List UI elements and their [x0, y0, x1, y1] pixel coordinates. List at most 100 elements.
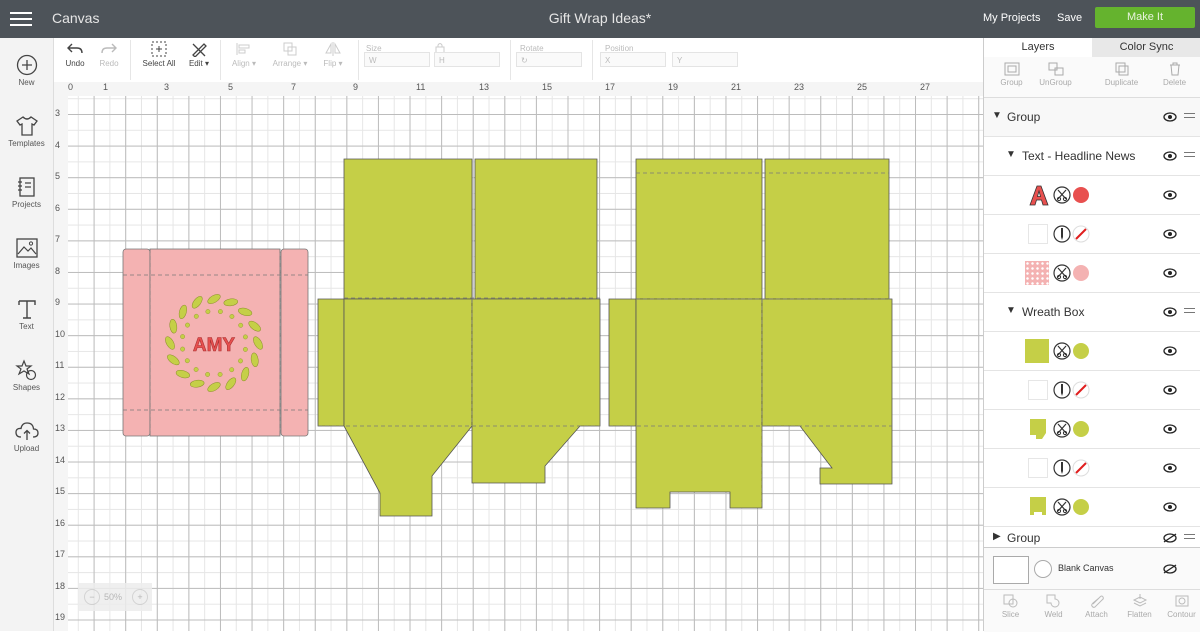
hamburger-menu-icon[interactable] [10, 9, 32, 29]
ungroup-button[interactable]: UnGroup [1034, 62, 1077, 87]
group-button[interactable]: Group [990, 62, 1033, 87]
no-color-icon[interactable] [1072, 381, 1090, 399]
eye-icon[interactable] [1163, 112, 1177, 122]
eye-icon[interactable] [1163, 424, 1177, 434]
tab-layers[interactable]: Layers [984, 38, 1092, 58]
drag-handle-icon[interactable] [1184, 152, 1195, 160]
layer-text-group[interactable]: ▼ Text - Headline News [984, 137, 1200, 176]
height-field[interactable]: H [434, 52, 500, 67]
slice-button[interactable]: Slice [989, 594, 1032, 619]
sidebar-item-projects[interactable]: Projects [0, 176, 53, 209]
scissors-icon[interactable] [1053, 498, 1071, 516]
wreath-berry [184, 358, 190, 364]
layer-green-piece-2-cut[interactable] [984, 488, 1200, 527]
sidebar-item-images[interactable]: Images [0, 237, 53, 270]
y-field-label: Y [677, 56, 683, 65]
flatten-button[interactable]: Flatten [1118, 594, 1161, 619]
color-swatch-icon[interactable] [1072, 186, 1090, 204]
make-it-button[interactable]: Make It [1095, 7, 1195, 28]
caret-right-icon[interactable]: ▶ [993, 531, 1001, 542]
canvas-color-swatch-icon[interactable] [1034, 560, 1052, 578]
rotate-field[interactable]: ↻ [516, 52, 582, 67]
green-box-piece-right[interactable] [608, 158, 893, 509]
flip-button[interactable]: Flip ▾ [318, 41, 348, 68]
layer-score-2[interactable] [984, 449, 1200, 488]
eye-icon[interactable] [1163, 502, 1177, 512]
layer-text-cut[interactable] [984, 176, 1200, 215]
sidebar-item-new[interactable]: New [0, 54, 53, 87]
eye-icon[interactable] [1163, 151, 1177, 161]
eye-icon[interactable] [1163, 307, 1177, 317]
width-field[interactable]: W [364, 52, 430, 67]
pen-icon[interactable] [1053, 225, 1071, 243]
caret-down-icon[interactable]: ▼ [1006, 149, 1016, 160]
layer-text-score[interactable] [984, 215, 1200, 254]
color-swatch-icon[interactable] [1072, 420, 1090, 438]
contour-button[interactable]: Contour [1160, 594, 1200, 619]
duplicate-button[interactable]: Duplicate [1100, 62, 1143, 87]
eye-hidden-icon[interactable] [1163, 533, 1177, 543]
eye-icon[interactable] [1163, 229, 1177, 239]
blank-canvas-row[interactable]: Blank Canvas [984, 547, 1200, 590]
eye-icon[interactable] [1163, 346, 1177, 356]
x-field[interactable]: X [600, 52, 666, 67]
layer-group-2[interactable]: ▶ Group [984, 527, 1200, 547]
eye-icon[interactable] [1163, 190, 1177, 200]
my-projects-link[interactable]: My Projects [983, 12, 1040, 24]
eye-icon[interactable] [1163, 463, 1177, 473]
eye-icon[interactable] [1163, 385, 1177, 395]
scissors-icon[interactable] [1053, 342, 1071, 360]
scissors-icon[interactable] [1053, 420, 1071, 438]
sidebar-item-text[interactable]: Text [0, 298, 53, 331]
y-field[interactable]: Y [672, 52, 738, 67]
layer-score-1[interactable] [984, 371, 1200, 410]
layer-group-1[interactable]: ▼ Group [984, 98, 1200, 137]
layer-wreath-box[interactable]: ▼ Wreath Box [984, 293, 1200, 332]
undo-button[interactable]: Undo [62, 41, 88, 68]
no-color-icon[interactable] [1072, 225, 1090, 243]
drag-handle-icon[interactable] [1184, 308, 1195, 316]
wreath-berry [185, 322, 190, 328]
height-field-label: H [439, 56, 445, 65]
green-box-piece-left[interactable] [317, 158, 601, 517]
sidebar-item-templates[interactable]: Templates [0, 115, 53, 148]
drag-handle-icon[interactable] [1184, 113, 1195, 121]
scissors-icon[interactable] [1053, 264, 1071, 282]
eye-hidden-icon[interactable] [1163, 564, 1177, 574]
scissors-icon[interactable] [1053, 186, 1071, 204]
sidebar-item-shapes[interactable]: Shapes [0, 359, 53, 392]
color-swatch-icon[interactable] [1072, 342, 1090, 360]
edit-menu-button[interactable]: Edit ▾ [184, 41, 214, 68]
design-canvas[interactable]: AMY − 50% + [68, 96, 983, 631]
tab-color-sync[interactable]: Color Sync [1092, 38, 1200, 58]
caret-down-icon[interactable]: ▼ [992, 110, 1002, 121]
caret-down-icon[interactable]: ▼ [1006, 305, 1016, 316]
sidebar-item-label: Text [19, 322, 34, 331]
zoom-out-icon[interactable]: − [84, 589, 100, 605]
color-swatch-icon[interactable] [1072, 264, 1090, 282]
align-button[interactable]: Align ▾ [226, 41, 262, 68]
undo-label: Undo [65, 59, 85, 68]
name-text[interactable]: AMY [193, 335, 236, 357]
no-color-icon[interactable] [1072, 459, 1090, 477]
delete-button[interactable]: Delete [1153, 62, 1196, 87]
redo-button[interactable]: Redo [96, 41, 122, 68]
layer-pink-base[interactable] [984, 254, 1200, 293]
sidebar-item-upload[interactable]: Upload [0, 420, 53, 453]
save-button[interactable]: Save [1057, 12, 1082, 24]
eye-icon[interactable] [1163, 268, 1177, 278]
layer-green-square-cut[interactable] [984, 332, 1200, 371]
zoom-in-icon[interactable]: + [132, 589, 148, 605]
layer-label: Group [1007, 531, 1041, 545]
flatten-icon [1132, 594, 1147, 607]
attach-button[interactable]: Attach [1075, 594, 1118, 619]
select-all-button[interactable]: Select All [138, 41, 180, 68]
color-swatch-icon[interactable] [1072, 498, 1090, 516]
pen-icon[interactable] [1053, 459, 1071, 477]
weld-button[interactable]: Weld [1032, 594, 1075, 619]
drag-handle-icon[interactable] [1184, 534, 1195, 542]
layer-green-piece-cut[interactable] [984, 410, 1200, 449]
arrange-button[interactable]: Arrange ▾ [268, 41, 312, 68]
ruler-tick: 9 [353, 82, 359, 92]
pen-icon[interactable] [1053, 381, 1071, 399]
